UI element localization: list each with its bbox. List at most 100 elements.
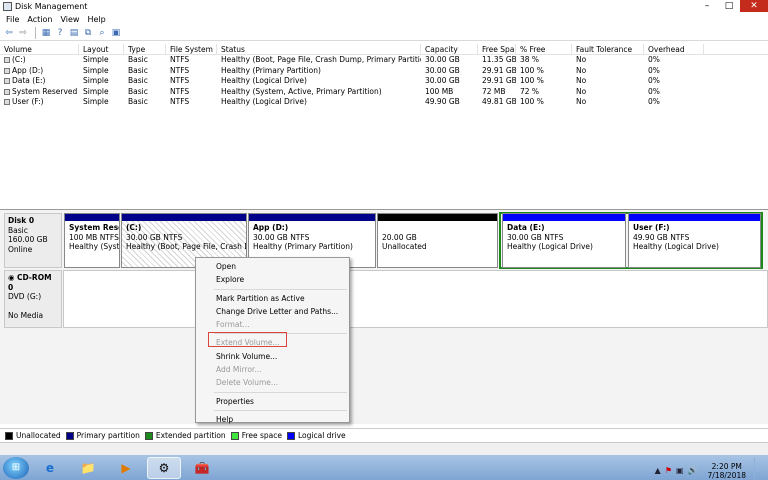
menu-explore[interactable]: Explore xyxy=(196,273,349,286)
cell-file-system: NTFS xyxy=(170,86,190,96)
cell-status: Healthy (Logical Drive) xyxy=(221,76,307,85)
title-bar: Disk Management – □ ✕ xyxy=(0,0,768,13)
column-fault-tolerance[interactable]: Fault Tolerance xyxy=(572,44,644,54)
show-desktop-button[interactable] xyxy=(754,458,762,480)
volume-name: App (D:) xyxy=(12,65,44,75)
cell-volume: User (F:) xyxy=(0,97,79,108)
volume-name: System Reserved xyxy=(12,86,78,96)
partition-size: 30.00 GB NTFS xyxy=(126,232,183,242)
cdrom-0-label[interactable]: ◉ CD-ROM 0 DVD (G:) No Media xyxy=(4,270,62,328)
action-center-icon[interactable]: ⚑ xyxy=(665,466,672,475)
cell-capacity: 30.00 GB xyxy=(425,65,460,75)
menu-view[interactable]: View xyxy=(58,15,85,24)
menu-action[interactable]: Action xyxy=(25,15,58,24)
menu-change-drive-letter[interactable]: Change Drive Letter and Paths... xyxy=(196,305,349,318)
media-player-icon[interactable]: ▶ xyxy=(109,457,143,479)
minimize-button[interactable]: – xyxy=(696,0,718,12)
column-free-space[interactable]: Free Spa... xyxy=(478,44,516,54)
menu-format[interactable]: Format... xyxy=(196,318,349,331)
cdrom-0-type: DVD (G:) xyxy=(8,292,42,301)
menu-open[interactable]: Open xyxy=(196,260,349,273)
partition-bar xyxy=(629,214,760,221)
column-layout[interactable]: Layout xyxy=(79,44,124,54)
volume-icon xyxy=(4,67,10,74)
column-volume[interactable]: Volume xyxy=(0,44,79,54)
network-icon[interactable]: ▣ xyxy=(676,466,684,475)
partition-status: Healthy (Boot, Page File, Crash Dump xyxy=(126,242,246,251)
menu-mark-active[interactable]: Mark Partition as Active xyxy=(196,292,349,305)
partition-data-e[interactable]: Data (E:) 30.00 GB NTFS Healthy (Logical D… xyxy=(502,213,626,268)
ie-icon[interactable]: e xyxy=(33,457,67,479)
column-percent-free[interactable]: % Free xyxy=(516,44,572,54)
cell-percent-free: 100 % xyxy=(520,76,544,85)
column-capacity[interactable]: Capacity xyxy=(421,44,478,54)
disk-0-label[interactable]: Disk 0 Basic 160.00 GB Online xyxy=(4,213,62,268)
toolbox-icon[interactable]: 🧰 xyxy=(185,457,219,479)
legend: Unallocated Primary partition Extended p… xyxy=(0,428,768,442)
toolbar-separator xyxy=(35,26,36,39)
rescan-icon[interactable]: ⌕ xyxy=(96,27,108,39)
legend-unallocated: Unallocated xyxy=(5,431,61,440)
cell-status: Healthy (System, Active, Primary Partiti… xyxy=(221,86,382,96)
table-row[interactable]: System Reserved Simple Basic NTFS Healthy (S… xyxy=(0,87,768,98)
cell-type: Basic xyxy=(128,65,148,75)
menu-help[interactable]: Help xyxy=(196,413,349,426)
menu-help[interactable]: Help xyxy=(85,15,111,24)
maximize-button[interactable]: □ xyxy=(718,0,740,12)
start-button[interactable]: ⊞ xyxy=(3,456,29,479)
table-row[interactable]: App (D:) Simple Basic NTFS Healthy (Primary … xyxy=(0,66,768,77)
disk-management-icon xyxy=(3,2,12,11)
partition-system-reserved[interactable]: System Reser100 MB NTFSHealthy (Syster xyxy=(64,213,120,268)
clock[interactable]: 2:20 PM 7/18/2018 xyxy=(708,462,746,480)
cell-file-system: NTFS xyxy=(170,76,190,85)
disk-options-icon[interactable]: ▣ xyxy=(110,27,122,39)
console-tree-icon[interactable]: ▦ xyxy=(40,27,52,39)
menu-add-mirror[interactable]: Add Mirror... xyxy=(196,363,349,376)
volume-icon[interactable]: 🔊 xyxy=(688,466,698,475)
partition-user-f[interactable]: User (F:) 49.90 GB NTFS Healthy (Logical D… xyxy=(628,213,761,268)
show-hidden-icons-icon[interactable]: ▲ xyxy=(655,466,661,475)
cell-capacity: 49.90 GB xyxy=(425,97,460,106)
menu-file[interactable]: File xyxy=(4,15,25,24)
menu-properties[interactable]: Properties xyxy=(196,395,349,408)
column-type[interactable]: Type xyxy=(124,44,166,54)
cell-type: Basic xyxy=(128,86,148,96)
table-row[interactable]: (C:) Simple Basic NTFS Healthy (Boot, Page F… xyxy=(0,55,768,66)
disk-management-icon[interactable]: ⚙ xyxy=(147,456,181,479)
forward-icon[interactable]: ⇨ xyxy=(17,27,29,39)
partition-bar xyxy=(65,214,119,221)
column-status[interactable]: Status xyxy=(217,44,421,54)
window-controls: – □ ✕ xyxy=(696,0,768,12)
partition-bar xyxy=(122,214,246,221)
explorer-icon[interactable]: 📁 xyxy=(71,457,105,479)
menu-delete-volume[interactable]: Delete Volume... xyxy=(196,376,349,389)
cell-overhead: 0% xyxy=(648,76,660,85)
cdrom-0-area[interactable] xyxy=(63,270,768,328)
legend-swatch xyxy=(144,431,153,440)
legend-swatch xyxy=(65,431,74,440)
properties-icon[interactable]: ▤ xyxy=(68,27,80,39)
help-icon[interactable]: ? xyxy=(54,27,66,39)
partition-size: 30.00 GB NTFS xyxy=(507,232,564,242)
cell-capacity: 30.00 GB xyxy=(425,76,460,85)
cell-volume: (C:) xyxy=(0,55,79,66)
close-button[interactable]: ✕ xyxy=(740,0,768,12)
cell-free-space: 29.91 GB xyxy=(482,76,516,85)
cell-status: Healthy (Boot, Page File, Crash Dump, Pr… xyxy=(221,55,421,64)
cell-fault-tolerance: No xyxy=(576,97,587,106)
disk-0-type: Basic xyxy=(8,225,28,235)
back-icon[interactable]: ⇦ xyxy=(3,27,15,39)
disk-0-status: Online xyxy=(8,244,33,254)
cell-overhead: 0% xyxy=(648,86,660,96)
table-row[interactable]: Data (E:) Simple Basic NTFS Healthy (Logical… xyxy=(0,76,768,87)
table-row[interactable]: User (F:) Simple Basic NTFS Healthy (Logical… xyxy=(0,97,768,108)
cell-volume: Data (E:) xyxy=(0,76,79,87)
partition-unallocated[interactable]: 20.00 GB Unallocated xyxy=(377,213,498,268)
cell-layout: Simple xyxy=(83,76,109,85)
cell-fault-tolerance: No xyxy=(576,86,587,96)
cell-status: Healthy (Logical Drive) xyxy=(221,97,307,106)
column-overhead[interactable]: Overhead xyxy=(644,44,704,54)
menu-shrink-volume[interactable]: Shrink Volume... xyxy=(196,350,349,363)
column-file-system[interactable]: File System xyxy=(166,44,217,54)
refresh-icon[interactable]: ⧉ xyxy=(82,27,94,39)
